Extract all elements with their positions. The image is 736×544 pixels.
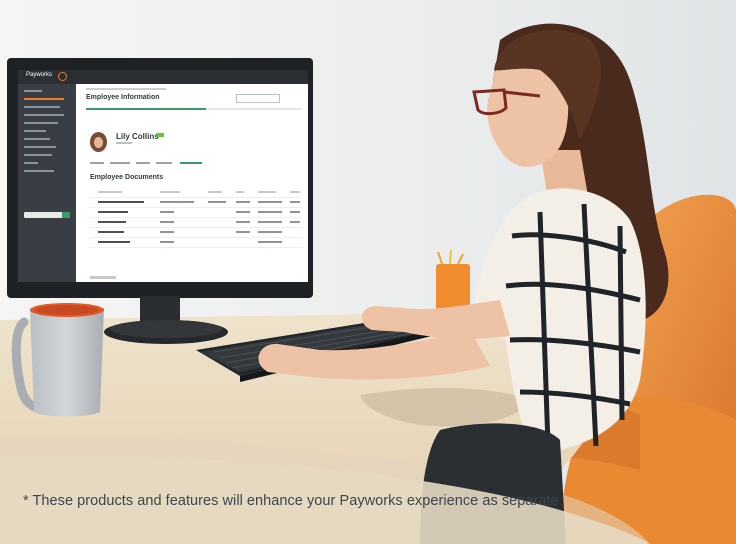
app-sidebar [18, 84, 76, 282]
breadcrumb [86, 88, 166, 90]
table-header [90, 188, 302, 198]
sidebar-search-button [62, 212, 70, 218]
employee-id [116, 142, 132, 144]
sidebar-item [24, 114, 64, 116]
pagination [90, 276, 116, 279]
table-row [90, 228, 302, 238]
tab [110, 162, 130, 164]
table-row [90, 198, 302, 208]
app-content: Employee Information Lily Collins Employ… [76, 84, 308, 282]
sidebar-item [24, 90, 42, 92]
sidebar-item [24, 138, 50, 140]
table-row [90, 238, 302, 248]
sidebar-item [24, 130, 46, 132]
tab [156, 162, 172, 164]
sidebar-item [24, 122, 58, 124]
table-row [90, 218, 302, 228]
status-badge [156, 133, 164, 137]
disclaimer-text: * These products and features will enhan… [23, 493, 559, 509]
tab [136, 162, 150, 164]
sidebar-item [24, 170, 54, 172]
monitor-screen: Payworks Employee Information Lily Colli… [18, 70, 308, 282]
photo-scene: Payworks Employee Information Lily Colli… [0, 0, 736, 544]
sidebar-item-active [24, 98, 64, 100]
section-title: Employee Documents [90, 174, 164, 181]
sidebar-item [24, 146, 56, 148]
divider-accent [86, 108, 206, 110]
employee-name: Lily Collins [116, 132, 159, 141]
sidebar-item [24, 154, 52, 156]
logo-ring-icon [58, 72, 67, 81]
tab [90, 162, 104, 164]
tab-documents [180, 162, 202, 164]
sidebar-item [24, 162, 38, 164]
table-row [90, 208, 302, 218]
page-title: Employee Information [86, 94, 160, 101]
sidebar-item [24, 106, 60, 108]
app-topbar: Payworks [18, 70, 308, 84]
avatar [90, 132, 107, 152]
app-logo: Payworks [26, 72, 53, 78]
employee-select [236, 94, 280, 103]
